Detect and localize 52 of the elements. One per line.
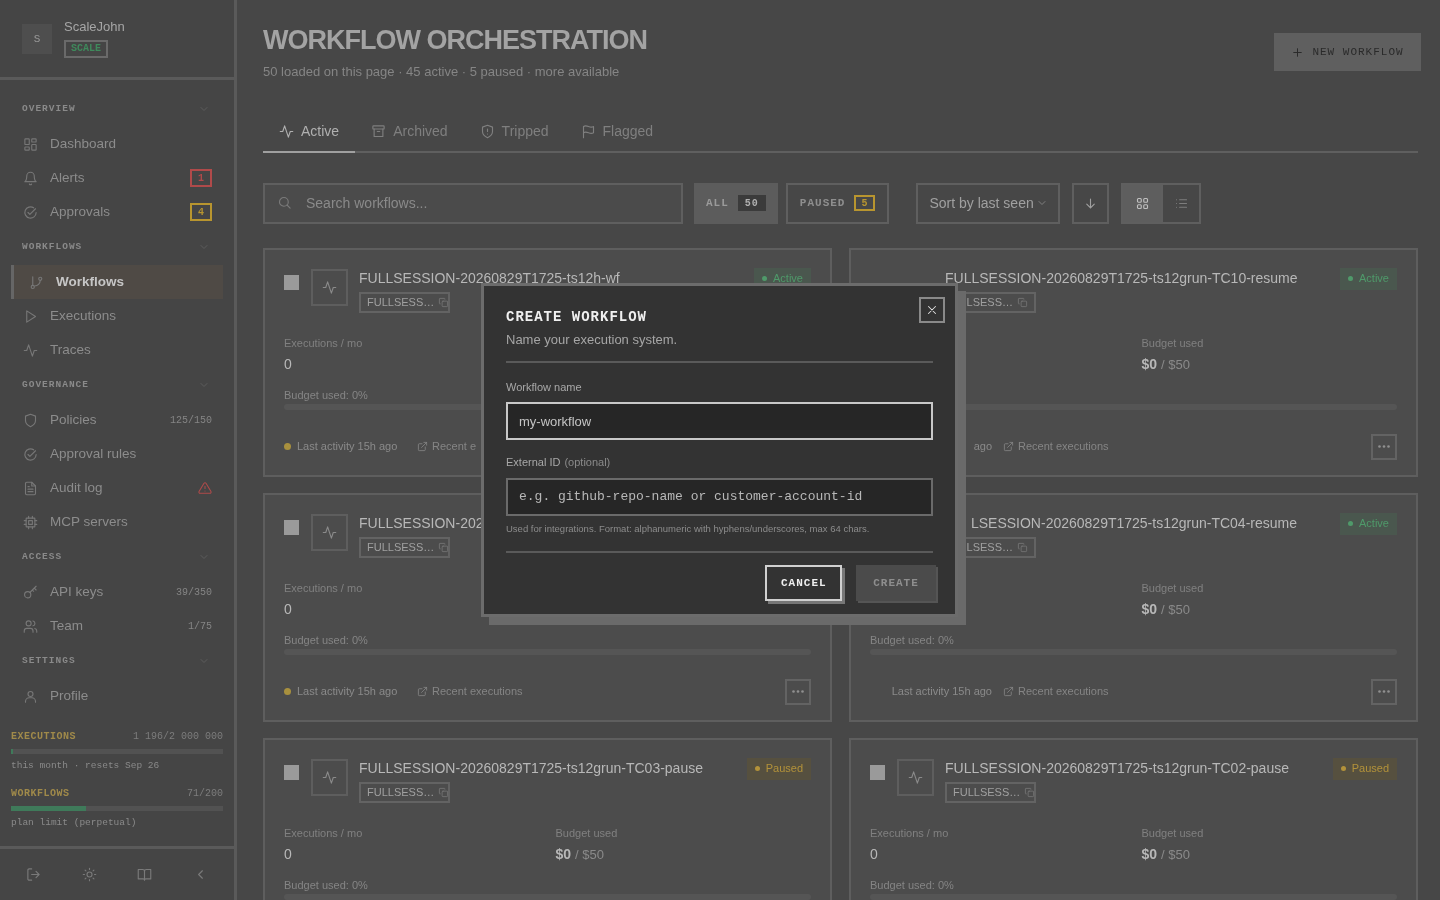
- usage-count: 1/75: [188, 619, 212, 634]
- usage-caption: plan limit (perpetual): [11, 815, 138, 830]
- section-header: OVERVIEW: [22, 101, 76, 116]
- stat-value: $0: [1141, 600, 1158, 619]
- workflow-title: LSESSION-20260829T1725-ts12grun-TC04-resume: [969, 513, 1297, 532]
- section-header: ACCESS: [22, 549, 63, 564]
- usage-count: 125/150: [170, 413, 212, 428]
- dialog-title: CREATE WORKFLOW: [506, 308, 649, 326]
- count-badge: 50: [737, 195, 766, 211]
- workflow-title: FULLSESSION-20260829T1725-ts12h-wf: [359, 268, 620, 287]
- section-header: SETTINGS: [22, 653, 76, 668]
- budget-limit: / $50: [575, 846, 604, 864]
- status-badge: Active: [1340, 267, 1397, 290]
- section-header: GOVERNANCE: [22, 377, 89, 392]
- usage-label: WORKFLOWS: [11, 786, 70, 801]
- usage-label: EXECUTIONS: [11, 729, 76, 744]
- usage-caption: this month · resets Sep 26: [11, 758, 161, 773]
- section-header: WORKFLOWS: [22, 239, 83, 254]
- stat-value: 0: [284, 845, 292, 864]
- budget-limit: / $50: [1161, 601, 1190, 619]
- usage-count: 39/350: [176, 585, 212, 600]
- status-badge: Active: [1340, 512, 1397, 535]
- status-badge: Paused: [1332, 757, 1397, 780]
- budget-limit: / $50: [1161, 356, 1190, 374]
- status-badge: Paused: [746, 757, 811, 780]
- page-title: WORKFLOW ORCHESTRATION: [263, 24, 647, 56]
- budget-limit: / $50: [1161, 846, 1190, 864]
- last-activity: ago: [973, 439, 992, 455]
- stat-value: $0: [555, 845, 572, 864]
- workflow-title: FULLSESSION-20260829T1725-ts12grun-TC03-pause: [359, 758, 703, 777]
- plan-badge: SCALE: [64, 40, 108, 58]
- stat-value: 0: [284, 600, 292, 619]
- last-activity: Last activity 15h ago: [297, 439, 398, 455]
- count-badge: 5: [854, 195, 876, 211]
- workflow-title: FULLSESSION-202: [359, 513, 484, 532]
- stat-value: $0: [1141, 845, 1158, 864]
- field-label: Workflow name: [506, 379, 582, 395]
- dialog-subtitle: Name your execution system.: [506, 331, 679, 349]
- stat-value: 0: [870, 845, 878, 864]
- count-badge: 1: [190, 169, 212, 187]
- optional-note: (optional): [564, 455, 611, 470]
- stat-value: $0: [1141, 355, 1158, 374]
- workflow-title: FULLSESSION-20260829T1725-ts12grun-TC10-resume: [945, 268, 1297, 287]
- field-label: External ID: [506, 455, 561, 470]
- workflow-title: FULLSESSION-20260829T1725-ts12grun-TC02-pause: [945, 758, 1289, 777]
- user-name: ScaleJohn: [64, 18, 125, 36]
- avatar: S: [22, 24, 52, 54]
- stat-value: 0: [284, 355, 292, 374]
- last-activity: Last activity 15h ago: [891, 684, 992, 700]
- last-activity: Last activity 15h ago: [297, 684, 398, 700]
- page-subtitle: 50 loaded on this page · 45 active · 5 paused · more available: [263, 63, 621, 81]
- count-badge: 4: [190, 203, 212, 221]
